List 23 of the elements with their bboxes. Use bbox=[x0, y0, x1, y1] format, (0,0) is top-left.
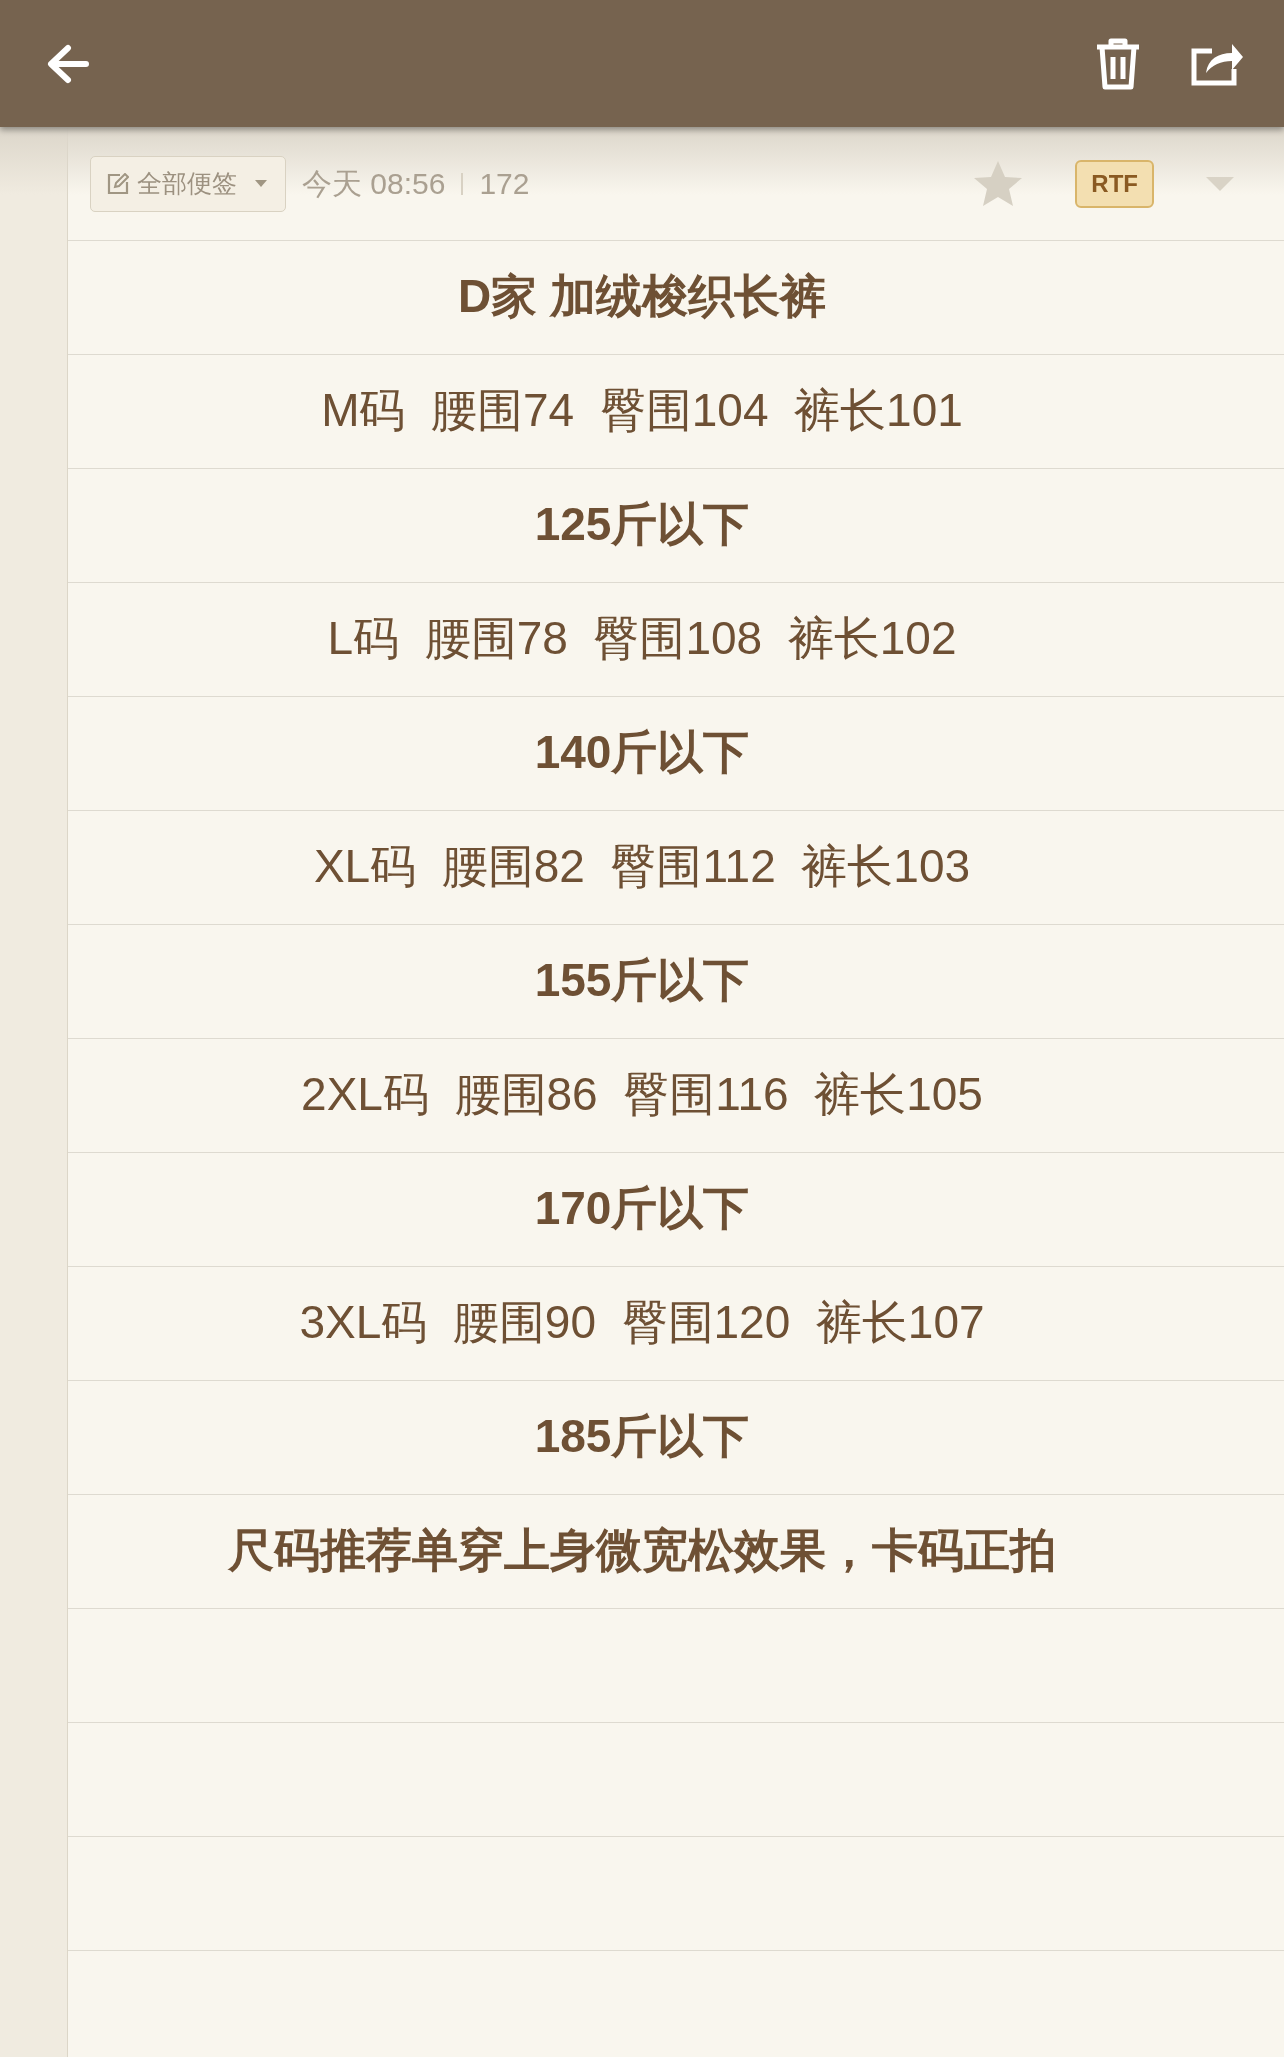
note-line: 2XL码 腰围86 臀围116 裤长105 bbox=[301, 1067, 983, 1123]
trash-icon bbox=[1094, 36, 1142, 91]
star-icon[interactable] bbox=[973, 159, 1024, 208]
folder-dropdown[interactable]: 全部便签 bbox=[90, 155, 286, 212]
heading-line: D家 加绒梭织长裤 bbox=[458, 269, 826, 325]
format-badge[interactable]: RTF bbox=[1075, 159, 1154, 208]
heading-line: 125斤以下 bbox=[534, 497, 750, 553]
heading-line: 140斤以下 bbox=[534, 725, 750, 781]
heading-line: 185斤以下 bbox=[534, 1409, 750, 1465]
note-line: 3XL码 腰围90 臀围120 裤长107 bbox=[299, 1295, 985, 1351]
note-line: L码 腰围78 臀围108 裤长102 bbox=[327, 611, 957, 667]
heading-line: 155斤以下 bbox=[534, 953, 750, 1009]
back-icon bbox=[46, 43, 90, 84]
trash-button[interactable] bbox=[1094, 36, 1142, 91]
character-count: 172 bbox=[479, 166, 530, 202]
heading-line: 尺码推荐单穿上身微宽松效果，卡码正拍 bbox=[228, 1523, 1056, 1579]
caret-icon bbox=[255, 180, 267, 187]
edit-note-icon bbox=[107, 172, 129, 195]
note-date: 今天 08:56 bbox=[302, 166, 446, 202]
note-line: M码 腰围74 臀围104 裤长101 bbox=[321, 383, 963, 439]
heading-line: 170斤以下 bbox=[534, 1181, 750, 1237]
note-line: XL码 腰围82 臀围112 裤长103 bbox=[313, 839, 971, 895]
back-button[interactable] bbox=[46, 43, 90, 84]
